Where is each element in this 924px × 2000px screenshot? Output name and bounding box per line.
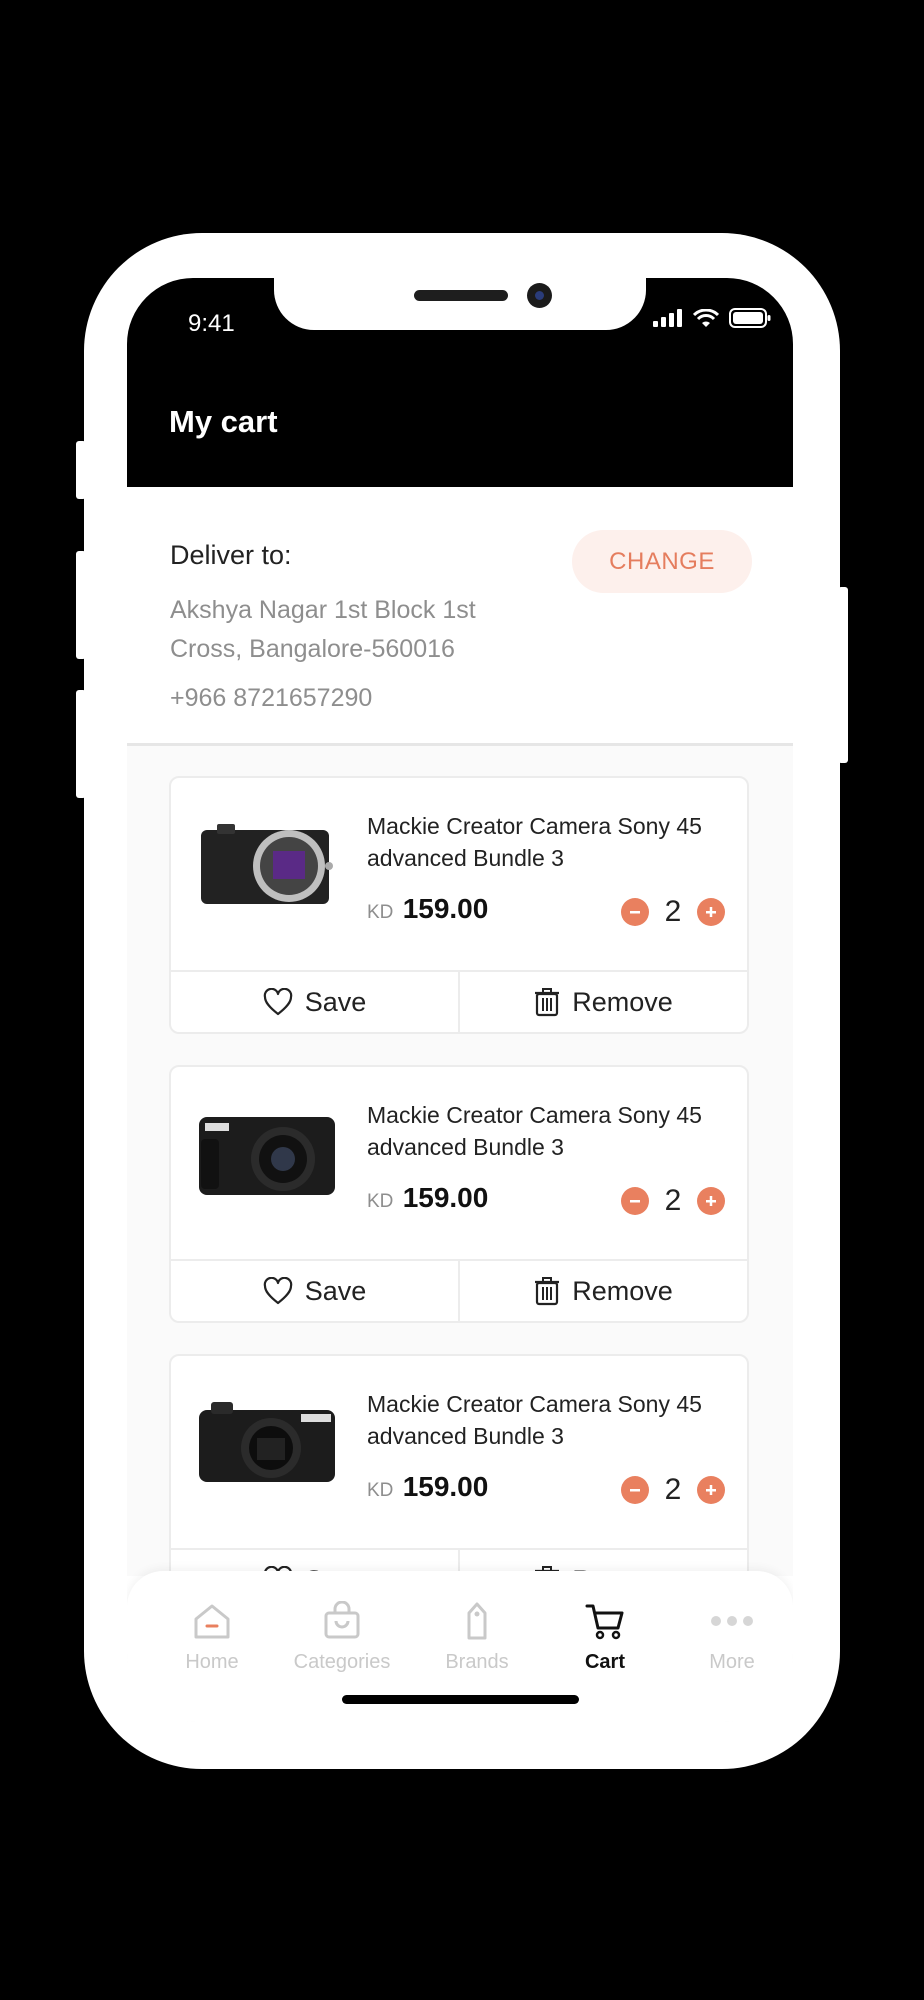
quantity-value: 2 <box>664 895 682 928</box>
plus-icon <box>706 1485 716 1495</box>
front-camera <box>527 283 552 308</box>
product-image[interactable] <box>197 820 337 908</box>
plus-icon <box>706 1196 716 1206</box>
product-price: KD 159.00 <box>367 893 488 925</box>
save-button[interactable]: Save <box>171 1261 458 1321</box>
home-indicator <box>342 1695 579 1704</box>
cart-list: Mackie Creator Camera Sony 45 advanced B… <box>127 746 793 1576</box>
currency-label: KD <box>367 1480 394 1501</box>
item-actions: Save Remove <box>171 1259 747 1321</box>
price-value: 159.00 <box>402 893 489 924</box>
tab-categories[interactable]: Categories <box>277 1601 407 1674</box>
tab-more[interactable]: More <box>677 1601 787 1674</box>
delivery-address: Akshya Nagar 1st Block 1st Cross, Bangal… <box>170 596 476 663</box>
decrease-quantity-button[interactable] <box>621 1476 649 1504</box>
remove-label: Remove <box>572 1275 673 1306</box>
minus-icon <box>630 911 640 914</box>
product-name[interactable]: Mackie Creator Camera Sony 45 advanced B… <box>367 1099 727 1163</box>
app-screen: 9:41 My cart Deliver to: Akshya Nagar 1s… <box>127 278 793 1722</box>
quantity-stepper: 2 <box>621 1473 725 1507</box>
cart-item: Mackie Creator Camera Sony 45 advanced B… <box>169 1354 749 1576</box>
mute-switch <box>76 441 86 499</box>
quantity-value: 2 <box>664 1184 682 1217</box>
price-value: 159.00 <box>402 1182 489 1213</box>
currency-label: KD <box>367 1191 394 1212</box>
deliver-to-label: Deliver to: <box>170 540 292 570</box>
status-time: 9:41 <box>188 310 235 337</box>
speaker <box>414 290 508 301</box>
product-name[interactable]: Mackie Creator Camera Sony 45 advanced B… <box>367 1388 727 1452</box>
quantity-value: 2 <box>664 1473 682 1506</box>
more-dots-icon <box>711 1616 753 1626</box>
tab-cart[interactable]: Cart <box>550 1601 660 1674</box>
remove-button[interactable]: Remove <box>458 1261 747 1321</box>
save-label: Save <box>304 986 367 1017</box>
product-image[interactable] <box>197 1398 337 1486</box>
volume-down-button <box>76 690 86 798</box>
heart-icon <box>263 1277 292 1305</box>
save-button[interactable]: Save <box>171 972 458 1032</box>
delivery-phone: +966 8721657290 <box>170 684 373 712</box>
save-label: Save <box>304 1275 367 1306</box>
product-price: KD 159.00 <box>367 1182 488 1214</box>
remove-button[interactable]: Remove <box>458 972 747 1032</box>
wifi-icon <box>693 308 719 327</box>
signal-icon <box>653 309 682 327</box>
quantity-stepper: 2 <box>621 1184 725 1218</box>
power-button <box>838 587 848 763</box>
minus-icon <box>630 1489 640 1492</box>
decrease-quantity-button[interactable] <box>621 1187 649 1215</box>
increase-quantity-button[interactable] <box>697 1476 725 1504</box>
delivery-address-panel: Deliver to: Akshya Nagar 1st Block 1st C… <box>127 487 793 746</box>
bottom-tab-bar: Home Categories Brands Cart More <box>127 1571 793 1722</box>
heart-icon <box>263 988 292 1016</box>
item-actions: Save Remove <box>171 970 747 1032</box>
volume-up-button <box>76 551 86 659</box>
plus-icon <box>706 907 716 917</box>
tab-categories-label: Categories <box>293 1651 391 1673</box>
increase-quantity-button[interactable] <box>697 1187 725 1215</box>
remove-label: Remove <box>572 986 673 1017</box>
header-bar: 9:41 My cart <box>127 278 793 487</box>
shopping-bag-icon <box>324 1601 360 1639</box>
product-price: KD 159.00 <box>367 1471 488 1503</box>
cart-icon <box>585 1604 624 1640</box>
tab-home[interactable]: Home <box>157 1601 267 1674</box>
trash-icon <box>535 988 560 1017</box>
status-icons <box>653 308 771 328</box>
cart-item: Mackie Creator Camera Sony 45 advanced B… <box>169 1065 749 1323</box>
tab-brands-label: Brands <box>445 1651 509 1673</box>
minus-icon <box>630 1200 640 1203</box>
page-title: My cart <box>169 404 278 439</box>
quantity-stepper: 2 <box>621 895 725 929</box>
product-name[interactable]: Mackie Creator Camera Sony 45 advanced B… <box>367 810 727 874</box>
trash-icon <box>535 1277 560 1306</box>
tab-home-label: Home <box>185 1651 239 1673</box>
increase-quantity-button[interactable] <box>697 898 725 926</box>
tab-brands[interactable]: Brands <box>422 1601 532 1674</box>
cart-item: Mackie Creator Camera Sony 45 advanced B… <box>169 776 749 1034</box>
tab-cart-label: Cart <box>584 1651 625 1673</box>
currency-label: KD <box>367 902 394 923</box>
product-image[interactable] <box>197 1109 337 1197</box>
battery-icon <box>729 308 771 328</box>
notch <box>274 278 646 330</box>
tag-icon <box>467 1602 487 1640</box>
decrease-quantity-button[interactable] <box>621 898 649 926</box>
tab-more-label: More <box>709 1651 755 1673</box>
price-value: 159.00 <box>402 1471 489 1502</box>
change-address-button[interactable]: CHANGE <box>572 530 752 593</box>
home-icon <box>194 1604 230 1639</box>
